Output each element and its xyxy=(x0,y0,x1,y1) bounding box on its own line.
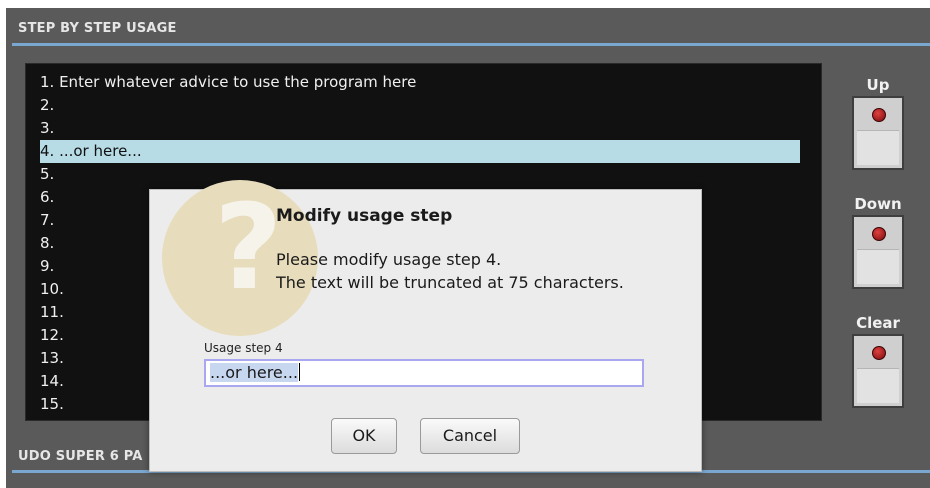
cancel-button[interactable]: Cancel xyxy=(420,418,520,454)
list-item[interactable]: 4. ...or here... xyxy=(40,140,800,163)
dialog-message-line-1: Please modify usage step 4. xyxy=(276,250,502,269)
usage-panel: STEP BY STEP USAGE 1. Enter whatever adv… xyxy=(0,0,930,488)
list-item[interactable]: 2. xyxy=(40,94,800,117)
button-cap xyxy=(857,249,899,284)
clear-label: Clear xyxy=(856,314,900,332)
text-caret xyxy=(299,363,301,381)
modify-step-dialog: ? Modify usage step Please modify usage … xyxy=(149,180,702,472)
list-item[interactable]: 3. xyxy=(40,117,800,140)
led-indicator-icon xyxy=(872,108,886,122)
usage-step-field-label: Usage step 4 xyxy=(204,341,283,355)
button-cap xyxy=(857,130,899,165)
led-indicator-icon xyxy=(872,346,886,360)
led-indicator-icon xyxy=(872,227,886,241)
section-title: STEP BY STEP USAGE xyxy=(18,21,177,36)
ok-button[interactable]: OK xyxy=(331,418,397,454)
dialog-message: Please modify usage step 4. The text wil… xyxy=(276,248,624,294)
section-divider xyxy=(12,43,930,46)
up-label: Up xyxy=(866,76,890,94)
list-item[interactable]: 5. xyxy=(40,163,800,186)
section-title-2: UDO SUPER 6 PA xyxy=(18,449,143,464)
usage-step-input[interactable]: ...or here... xyxy=(204,359,644,387)
dialog-title: Modify usage step xyxy=(276,206,453,226)
button-cap xyxy=(857,368,899,403)
down-button[interactable] xyxy=(852,215,904,289)
clear-button[interactable] xyxy=(852,334,904,408)
dialog-message-line-2: The text will be truncated at 75 charact… xyxy=(276,273,624,292)
down-label: Down xyxy=(854,195,902,213)
up-button[interactable] xyxy=(852,96,904,170)
list-item[interactable]: 1. Enter whatever advice to use the prog… xyxy=(40,71,800,94)
selected-text: ...or here... xyxy=(210,363,299,382)
